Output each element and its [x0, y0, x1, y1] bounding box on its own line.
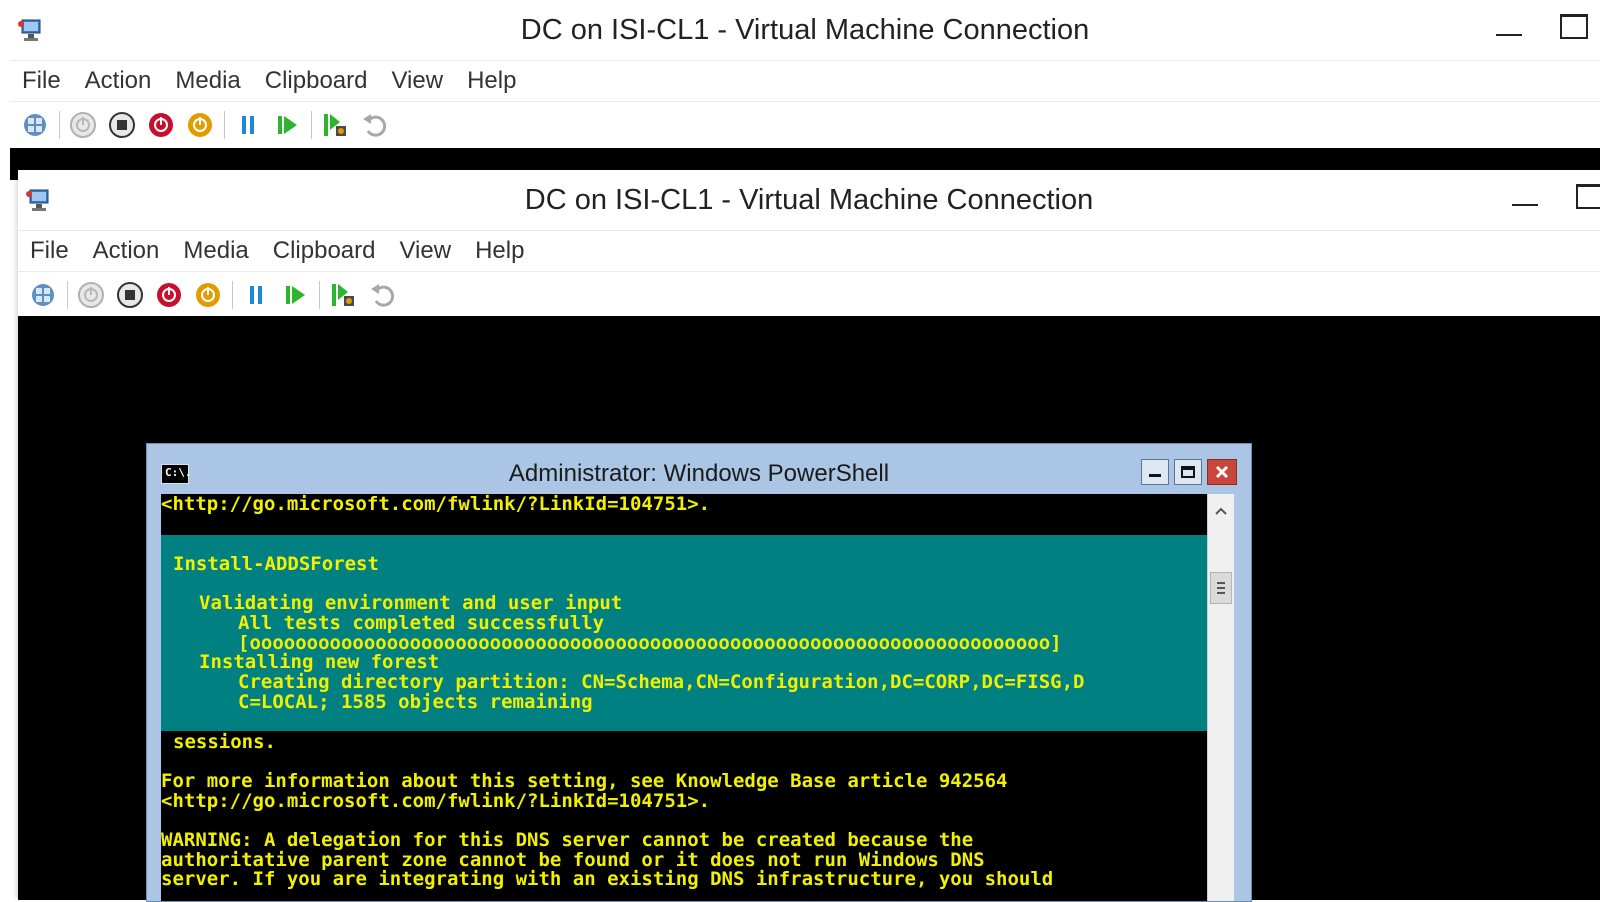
menu-media[interactable]: Media [175, 67, 240, 95]
checkpoint-icon [324, 114, 346, 136]
toolbar-separator [67, 281, 68, 309]
menu-file[interactable]: File [30, 237, 69, 265]
shut-down-button[interactable] [144, 108, 178, 142]
turn-off-icon [109, 112, 135, 138]
title-bar[interactable]: DC on ISI-CL1 - Virtual Machine Connecti… [10, 0, 1600, 60]
ctrl-alt-del-button[interactable] [26, 278, 60, 312]
start-button[interactable] [66, 108, 100, 142]
console-line: <http://go.microsoft.com/fwlink/?LinkId=… [161, 494, 711, 515]
shut-down-icon [149, 113, 173, 137]
turn-off-button[interactable] [113, 278, 147, 312]
pause-icon [242, 116, 254, 134]
save-button[interactable] [191, 278, 225, 312]
revert-icon [363, 114, 387, 137]
start-button[interactable] [74, 278, 108, 312]
progress-step2-status: Creating directory partition: CN=Schema,… [238, 671, 1085, 693]
revert-button[interactable] [365, 278, 399, 312]
resume-button[interactable] [270, 108, 304, 142]
powershell-close-button[interactable] [1207, 459, 1237, 485]
ctrl-alt-del-icon [24, 114, 46, 136]
toolbar-separator [232, 281, 233, 309]
toolbar-separator [319, 281, 320, 309]
close-icon [1215, 465, 1229, 479]
pause-button[interactable] [231, 108, 265, 142]
console-line: authoritative parent zone cannot be foun… [161, 849, 985, 871]
progress-step2-status-cont: C=LOCAL; 1585 objects remaining [238, 691, 593, 713]
chevron-up-icon [1215, 507, 1227, 515]
menu-action[interactable]: Action [93, 237, 160, 265]
powershell-minimize-button[interactable] [1141, 459, 1169, 485]
console-line: For more information about this setting,… [161, 770, 1008, 792]
resume-icon [278, 116, 297, 134]
powershell-window: C:\. Administrator: Windows PowerShell <… [146, 443, 1252, 902]
save-icon [196, 283, 220, 307]
menu-bar: File Action Media Clipboard View Help [18, 230, 1600, 271]
menu-help[interactable]: Help [467, 67, 516, 95]
scroll-thumb[interactable] [1210, 572, 1232, 604]
revert-button[interactable] [357, 108, 391, 142]
console-line: server. If you are integrating with an e… [161, 868, 1054, 890]
toolbar-separator [59, 111, 60, 139]
progress-bar: [ooooooooooooooooooooooooooooooooooooooo… [238, 632, 1062, 654]
window-title: DC on ISI-CL1 - Virtual Machine Connecti… [524, 184, 1094, 216]
ctrl-alt-del-icon [32, 284, 54, 306]
maximize-button[interactable] [1560, 14, 1588, 39]
powershell-title-bar[interactable]: C:\. Administrator: Windows PowerShell [147, 444, 1251, 494]
shut-down-button[interactable] [152, 278, 186, 312]
window-title: DC on ISI-CL1 - Virtual Machine Connecti… [520, 14, 1090, 46]
title-bar[interactable]: DC on ISI-CL1 - Virtual Machine Connecti… [18, 170, 1600, 230]
console-line: sessions. [173, 731, 276, 753]
revert-icon [371, 284, 395, 307]
ctrl-alt-del-button[interactable] [18, 108, 52, 142]
pause-button[interactable] [239, 278, 273, 312]
progress-panel: Install-ADDSForest Validating environmen… [161, 535, 1207, 731]
checkpoint-button[interactable] [318, 108, 352, 142]
pause-icon [250, 286, 262, 304]
minimize-button[interactable] [1512, 190, 1538, 210]
menu-file[interactable]: File [22, 67, 61, 95]
toolbar [18, 271, 1600, 318]
menu-view[interactable]: View [391, 67, 443, 95]
menu-clipboard[interactable]: Clipboard [265, 67, 368, 95]
powershell-title: Administrator: Windows PowerShell [508, 460, 890, 487]
console-scrollbar[interactable] [1207, 494, 1234, 901]
progress-step2: Installing new forest [199, 651, 440, 673]
resume-button[interactable] [278, 278, 312, 312]
console-output[interactable]: <http://go.microsoft.com/fwlink/?LinkId=… [161, 494, 1207, 901]
toolbar-separator [311, 111, 312, 139]
progress-step1: Validating environment and user input [199, 592, 623, 614]
minimize-button[interactable] [1496, 20, 1522, 40]
progress-step1-status: All tests completed successfully [238, 612, 605, 634]
progress-activity: Install-ADDSForest [173, 553, 379, 575]
toolbar [10, 101, 1600, 148]
start-icon [70, 112, 96, 138]
resume-icon [286, 286, 305, 304]
toolbar-separator [224, 111, 225, 139]
console-line: <http://go.microsoft.com/fwlink/?LinkId=… [161, 790, 711, 812]
powershell-maximize-button[interactable] [1174, 459, 1202, 485]
minimize-icon [1149, 474, 1161, 477]
console-line: WARNING: A delegation for this DNS serve… [161, 829, 974, 851]
start-icon [78, 282, 104, 308]
menu-help[interactable]: Help [475, 237, 524, 265]
maximize-button[interactable] [1576, 184, 1600, 209]
menu-media[interactable]: Media [183, 237, 248, 265]
save-button[interactable] [183, 108, 217, 142]
menu-bar: File Action Media Clipboard View Help [10, 60, 1600, 101]
menu-action[interactable]: Action [85, 67, 152, 95]
menu-clipboard[interactable]: Clipboard [273, 237, 376, 265]
vm-connection-window-back: DC on ISI-CL1 - Virtual Machine Connecti… [10, 0, 1600, 180]
checkpoint-icon [332, 284, 354, 306]
turn-off-button[interactable] [105, 108, 139, 142]
scroll-up-button[interactable] [1208, 498, 1234, 524]
menu-view[interactable]: View [399, 237, 451, 265]
maximize-icon [1181, 466, 1195, 478]
turn-off-icon [117, 282, 143, 308]
save-icon [188, 113, 212, 137]
shut-down-icon [157, 283, 181, 307]
checkpoint-button[interactable] [326, 278, 360, 312]
